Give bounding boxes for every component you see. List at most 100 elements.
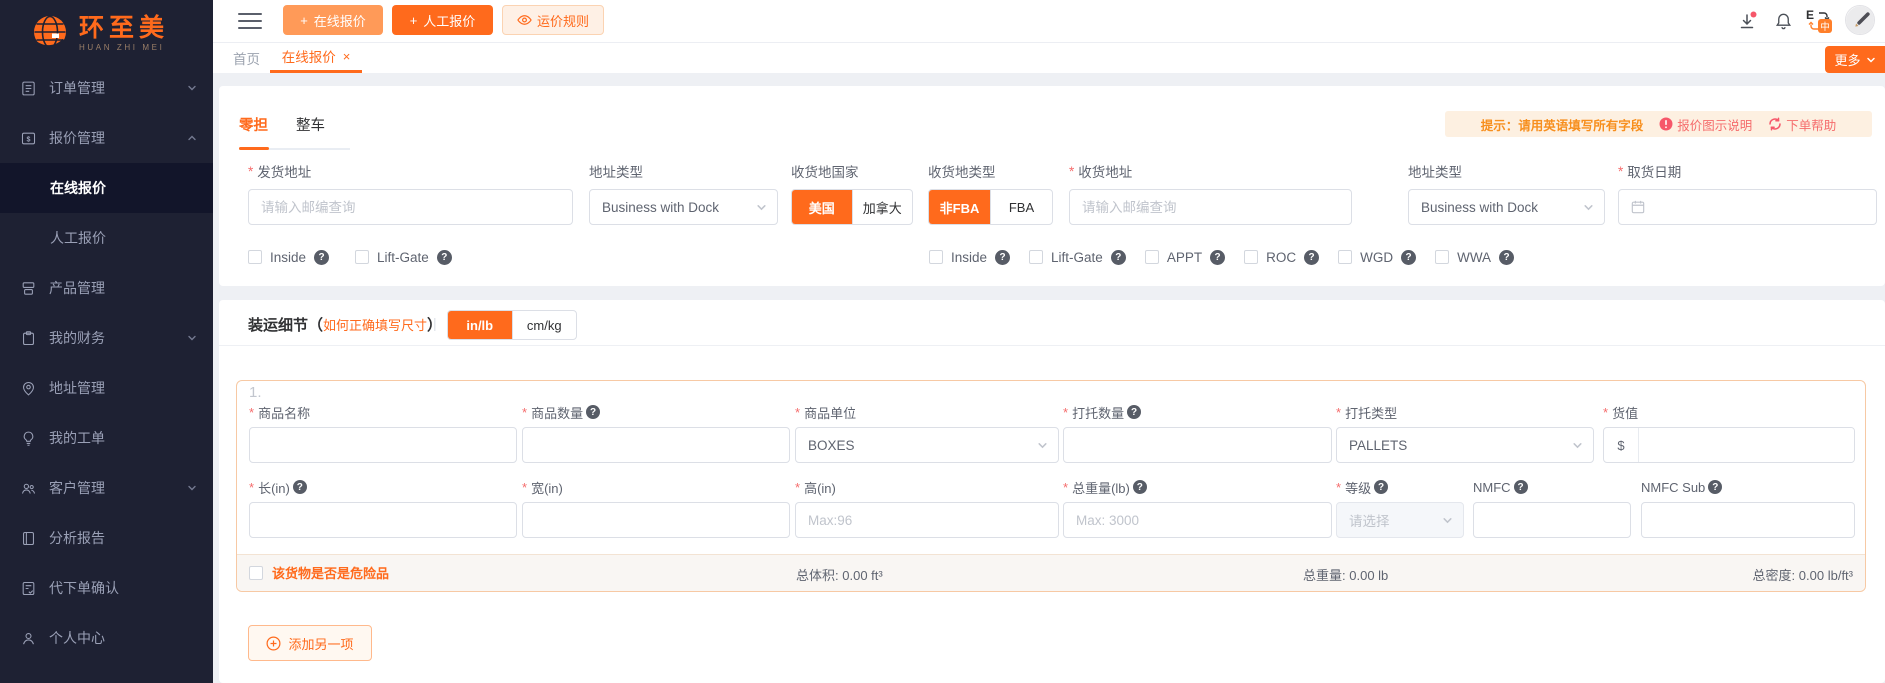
checkbox[interactable]: [1244, 250, 1259, 264]
pickup-address-field: * 发货地址: [248, 162, 573, 225]
country-us-option[interactable]: 美国: [792, 190, 852, 224]
help-icon[interactable]: ?: [1401, 249, 1417, 265]
height-input[interactable]: [795, 502, 1059, 538]
dest-address-input[interactable]: [1069, 189, 1352, 225]
help-icon[interactable]: ?: [1304, 249, 1320, 265]
svg-text:$: $: [27, 135, 31, 143]
download-icon[interactable]: [1737, 11, 1757, 31]
help-icon[interactable]: ?: [1110, 249, 1126, 265]
weight-input[interactable]: [1063, 502, 1332, 538]
pallet-qty-input[interactable]: [1063, 427, 1332, 463]
help-icon[interactable]: ?: [1132, 480, 1147, 494]
checkbox[interactable]: [355, 250, 370, 264]
unit-in-lb-option[interactable]: in/lb: [448, 311, 512, 339]
cargo-value-input[interactable]: [1639, 428, 1854, 462]
sidebar-item-products[interactable]: 产品管理: [0, 263, 213, 313]
checkbox[interactable]: [929, 250, 943, 264]
sidebar-item-online-quote[interactable]: 在线报价: [0, 163, 213, 213]
online-quote-button[interactable]: + 在线报价: [283, 5, 383, 35]
sidebar-item-quotes[interactable]: $ 报价管理: [0, 113, 213, 163]
pickup-liftgate-option[interactable]: Lift-Gate ?: [355, 249, 452, 265]
sidebar-item-manual-quote[interactable]: 人工报价: [0, 213, 213, 263]
size-help-link[interactable]: 如何正确填写尺寸: [323, 315, 427, 334]
help-icon[interactable]: ?: [995, 249, 1011, 265]
pickup-date-input[interactable]: [1618, 189, 1877, 225]
map-pin-icon: [20, 380, 37, 397]
dest-address-type-select[interactable]: Business with Dock: [1408, 189, 1605, 225]
shipment-item-card: 1. * 商品名称 * 商品数量? * 商品单位 BOXES * 打托数量? * 打托类型…: [236, 380, 1866, 592]
sidebar-item-addresses[interactable]: 地址管理: [0, 363, 213, 413]
fba-option[interactable]: FBA: [990, 190, 1052, 224]
weight-field: * 总重量(lb)?: [1063, 478, 1332, 538]
sidebar-item-customers[interactable]: 客户管理: [0, 463, 213, 513]
hamburger-menu-icon[interactable]: [238, 13, 262, 29]
help-icon[interactable]: ?: [1210, 249, 1226, 265]
add-item-button[interactable]: 添加另一项: [248, 625, 372, 661]
checkbox[interactable]: [248, 250, 262, 264]
length-field: * 长(in)?: [249, 478, 517, 538]
required-mark: *: [1618, 163, 1624, 179]
sidebar-item-order-confirm[interactable]: 代下单确认: [0, 563, 213, 613]
item-unit-field: * 商品单位 BOXES: [795, 403, 1059, 463]
help-icon[interactable]: ?: [1127, 405, 1142, 419]
app-logo[interactable]: 环至美 HUAN ZHI MEI: [0, 0, 213, 63]
checkbox[interactable]: [1435, 250, 1450, 264]
bell-icon[interactable]: [1774, 11, 1793, 31]
help-icon[interactable]: ?: [1499, 249, 1515, 265]
country-ca-option[interactable]: 加拿大: [851, 190, 913, 224]
pickup-inside-option[interactable]: Inside ?: [248, 249, 330, 265]
tab-ftl[interactable]: 整车: [296, 114, 325, 135]
chevron-down-icon: [1866, 55, 1876, 65]
non-fba-option[interactable]: 非FBA: [929, 190, 990, 224]
nmfc-sub-input[interactable]: [1641, 502, 1855, 538]
help-icon[interactable]: ?: [314, 249, 330, 265]
tab-online-quote[interactable]: 在线报价 ×: [270, 42, 362, 73]
dest-wwa-option[interactable]: WWA ?: [1435, 249, 1515, 265]
manual-quote-button[interactable]: + 人工报价: [392, 5, 493, 35]
checkbox[interactable]: [1144, 250, 1159, 264]
help-icon[interactable]: ?: [586, 405, 601, 419]
grade-select[interactable]: 请选择: [1336, 502, 1464, 538]
more-button[interactable]: 更多: [1825, 46, 1885, 73]
sidebar-item-tickets[interactable]: 我的工单: [0, 413, 213, 463]
sidebar-item-reports[interactable]: 分析报告: [0, 513, 213, 563]
nmfc-input[interactable]: [1473, 502, 1631, 538]
item-unit-select[interactable]: BOXES: [795, 427, 1059, 463]
language-toggle-icon[interactable]: E 中: [1806, 8, 1832, 33]
page-tabbar: 首页 在线报价 × 更多: [213, 42, 1885, 73]
checkbox[interactable]: [1029, 250, 1044, 264]
checkbox[interactable]: [1338, 250, 1353, 264]
help-icon[interactable]: ?: [1708, 480, 1723, 494]
help-icon[interactable]: ?: [1374, 480, 1389, 494]
checkbox[interactable]: [249, 565, 263, 580]
item-qty-input[interactable]: [522, 427, 790, 463]
dest-inside-option[interactable]: Inside ?: [929, 249, 1011, 265]
pallet-type-select[interactable]: PALLETS: [1336, 427, 1594, 463]
sidebar-item-profile[interactable]: 个人中心: [0, 613, 213, 663]
logo-subtitle: HUAN ZHI MEI: [79, 42, 165, 52]
order-help-link[interactable]: 下单帮助: [1768, 115, 1836, 134]
avatar[interactable]: [1845, 5, 1875, 35]
tab-ltl[interactable]: 零担: [239, 114, 268, 135]
dest-liftgate-option[interactable]: Lift-Gate ?: [1029, 249, 1126, 265]
dest-roc-option[interactable]: ROC ?: [1244, 249, 1320, 265]
width-input[interactable]: [522, 502, 790, 538]
unit-cm-kg-option[interactable]: cm/kg: [511, 311, 577, 339]
help-icon[interactable]: ?: [436, 249, 452, 265]
total-weight: 总重量: 0.00 lb: [1303, 568, 1389, 583]
pickup-address-input[interactable]: [248, 189, 573, 225]
help-icon[interactable]: ?: [1513, 480, 1528, 494]
sidebar-item-orders[interactable]: 订单管理: [0, 63, 213, 113]
dest-wgd-option[interactable]: WGD ?: [1338, 249, 1417, 265]
pickup-address-type-select[interactable]: Business with Dock: [589, 189, 778, 225]
dest-appt-option[interactable]: APPT ?: [1144, 249, 1226, 265]
length-input[interactable]: [249, 502, 517, 538]
tab-home[interactable]: 首页: [233, 42, 260, 73]
rate-rules-button[interactable]: 运价规则: [502, 5, 604, 35]
help-icon[interactable]: ?: [292, 480, 307, 494]
sidebar-item-finance[interactable]: 我的财务: [0, 313, 213, 363]
item-name-input[interactable]: [249, 427, 517, 463]
dangerous-goods-option[interactable]: 该货物是否是危险品: [249, 563, 389, 582]
quote-guide-link[interactable]: 报价图示说明: [1659, 115, 1752, 134]
close-icon[interactable]: ×: [343, 49, 351, 64]
